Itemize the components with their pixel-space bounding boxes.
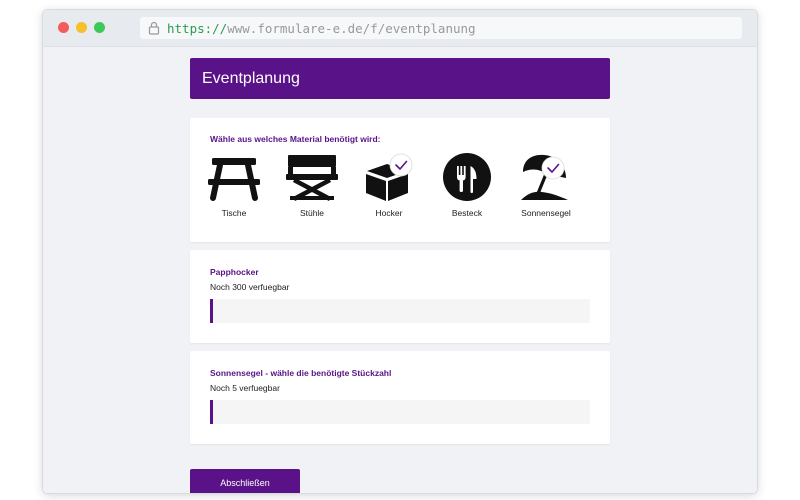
material-option-besteck[interactable]: Besteck xyxy=(437,152,497,218)
papphocker-card: Papphocker Noch 300 verfuegbar xyxy=(190,250,610,343)
page-content: Eventplanung Wähle aus welches Material … xyxy=(43,47,757,493)
picnic-table-icon xyxy=(208,158,260,201)
sonnensegel-quantity-input[interactable] xyxy=(210,400,590,424)
material-label: Wähle aus welches Material benötigt wird… xyxy=(210,134,381,144)
material-options: Tische Stühle Hocker Besteck Sonnensegel xyxy=(190,152,610,222)
material-label-tische: Tische xyxy=(221,208,247,218)
address-bar[interactable]: https://www.formulare-e.de/f/eventplanun… xyxy=(140,17,742,39)
url-path: www.formulare-e.de/f/eventplanung xyxy=(227,20,476,36)
papphocker-label: Papphocker xyxy=(210,267,259,277)
papphocker-quantity-input[interactable] xyxy=(210,299,590,323)
sonnensegel-availability: Noch 5 verfuegbar xyxy=(210,383,280,393)
director-chair-icon xyxy=(286,155,338,201)
papphocker-availability: Noch 300 verfuegbar xyxy=(210,282,290,292)
maximize-window-button[interactable] xyxy=(94,22,105,33)
browser-titlebar: https://www.formulare-e.de/f/eventplanun… xyxy=(43,10,757,47)
material-card: Wähle aus welches Material benötigt wird… xyxy=(190,118,610,242)
box-stool-icon xyxy=(366,153,413,201)
minimize-window-button[interactable] xyxy=(76,22,87,33)
url-scheme: https:// xyxy=(167,20,228,36)
material-label-stuehle: Stühle xyxy=(299,208,325,218)
form-title: Eventplanung xyxy=(190,58,610,99)
beach-umbrella-icon xyxy=(521,154,568,200)
cutlery-icon xyxy=(443,153,491,201)
sonnensegel-label: Sonnensegel - wähle die benötigte Stückz… xyxy=(210,368,392,378)
material-option-sonnensegel[interactable]: Sonnensegel xyxy=(516,152,576,218)
material-option-hocker[interactable]: Hocker xyxy=(359,152,419,218)
sonnensegel-card: Sonnensegel - wähle die benötigte Stückz… xyxy=(190,351,610,444)
material-option-tische[interactable]: Tische xyxy=(204,152,264,218)
browser-window: https://www.formulare-e.de/f/eventplanun… xyxy=(43,10,757,493)
material-label-besteck: Besteck xyxy=(451,208,483,218)
close-window-button[interactable] xyxy=(58,22,69,33)
material-label-sonnensegel: Sonnensegel xyxy=(521,208,571,218)
material-option-stuehle[interactable]: Stühle xyxy=(282,152,342,218)
submit-button[interactable]: Abschließen xyxy=(190,469,300,493)
material-label-hocker: Hocker xyxy=(375,208,403,218)
lock-icon xyxy=(148,21,160,35)
